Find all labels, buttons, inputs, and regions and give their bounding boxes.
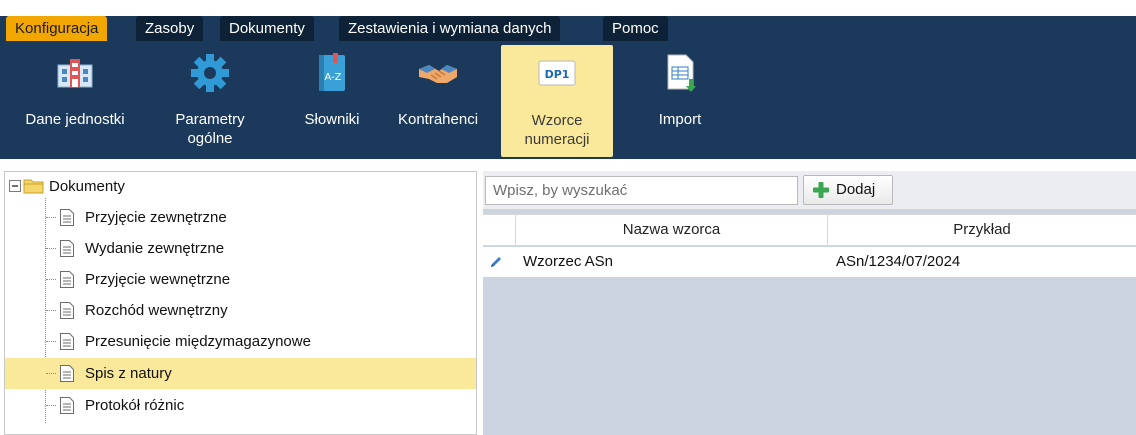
tree-item-label: Przyjęcie zewnętrzne	[85, 209, 227, 226]
document-icon	[60, 397, 74, 414]
cell-nazwa-wzorca: Wzorzec ASn	[523, 253, 614, 270]
collapse-icon[interactable]	[9, 180, 21, 192]
add-button[interactable]: Dodaj	[803, 175, 893, 205]
ribbon-label: Import	[658, 111, 702, 128]
import-icon	[667, 54, 696, 92]
gear-icon	[191, 54, 229, 92]
tree-item[interactable]: Przyjęcie wewnętrzne	[5, 264, 476, 295]
ribbon-label-line1: Parametry	[175, 111, 245, 128]
tree-item-label: Protokół różnic	[85, 397, 185, 414]
document-icon	[60, 209, 74, 226]
ribbon-kontrahenci-button[interactable]: Kontrahenci	[388, 45, 488, 157]
ribbon-label-line2: numeracji	[524, 131, 590, 148]
tree-item[interactable]: Przesunięcie międzymagazynowe	[5, 326, 476, 357]
ribbon-slowniki-button[interactable]: A-Z Słowniki	[292, 45, 372, 157]
ribbon-import-button[interactable]: Import	[650, 45, 710, 157]
ribbon: Dane jednostki Parametry ogólne A-Z Słow…	[0, 41, 1136, 159]
ribbon-label-line2: ogólne	[187, 130, 233, 147]
tree-item[interactable]: Rozchód wewnętrzny	[5, 295, 476, 326]
templates-panel: Dodaj Nazwa wzorca Przykład Wzorzec ASn …	[483, 171, 1136, 435]
grid-header-edit-column	[483, 215, 515, 245]
ribbon-wzorce-numeracji-button[interactable]: DP1 Wzorce numeracji	[501, 45, 613, 157]
tree-root-label: Dokumenty	[49, 178, 125, 195]
tree-item[interactable]: Wydanie zewnętrzne	[5, 233, 476, 264]
grid-toolbar: Dodaj	[483, 171, 1136, 209]
tree-item-selected[interactable]: Spis z natury	[5, 358, 476, 389]
tree-item-label: Wydanie zewnętrzne	[85, 240, 225, 257]
dictionary-icon: A-Z	[319, 53, 345, 91]
menu-tab-zasoby[interactable]: Zasoby	[136, 16, 204, 41]
ribbon-label: Kontrahenci	[397, 111, 479, 128]
tree-item[interactable]: Przyjęcie zewnętrzne	[5, 202, 476, 233]
menu-tab-zestawienia[interactable]: Zestawienia i wymiana danych	[339, 16, 561, 41]
ribbon-label: Słowniki	[304, 111, 360, 128]
document-icon	[60, 271, 74, 288]
document-icon	[60, 333, 74, 350]
tree-item-label: Rozchód wewnętrzny	[85, 302, 228, 319]
ribbon-dane-jednostki-button[interactable]: Dane jednostki	[0, 45, 150, 157]
handshake-icon	[419, 65, 457, 83]
tree-item-label: Przyjęcie wewnętrzne	[85, 271, 231, 288]
document-icon	[60, 365, 74, 382]
grid-header-nazwa-wzorca[interactable]: Nazwa wzorca	[515, 215, 827, 245]
ribbon-label: Wzorce numeracji	[501, 111, 613, 149]
menu-tab-konfiguracja[interactable]: Konfiguracja	[6, 16, 108, 41]
cell-przyklad: ASn/1234/07/2024	[836, 253, 961, 270]
document-tree: Dokumenty Przyjęcie zewnętrzne Wydanie z…	[4, 171, 477, 435]
ribbon-parametry-button[interactable]: Parametry ogólne	[160, 45, 260, 157]
svg-text:A-Z: A-Z	[324, 72, 341, 83]
menu-bar: Konfiguracja Zasoby Dokumenty Zestawieni…	[0, 0, 1136, 44]
numbering-template-icon: DP1	[538, 60, 576, 86]
tree-item[interactable]: Protokół różnic	[5, 390, 476, 421]
menu-tab-pomoc[interactable]: Pomoc	[603, 16, 668, 41]
add-button-label: Dodaj	[836, 181, 876, 198]
document-icon	[60, 302, 74, 319]
tree-item-label: Przesunięcie międzymagazynowe	[85, 333, 311, 350]
search-input[interactable]	[485, 176, 798, 205]
ribbon-label: Dane jednostki	[25, 111, 125, 128]
grid-header-przyklad[interactable]: Przykład	[827, 215, 1136, 245]
pencil-icon[interactable]	[489, 255, 503, 269]
building-icon	[57, 59, 93, 88]
grid-header: Nazwa wzorca Przykład	[483, 214, 1136, 246]
menu-tab-dokumenty[interactable]: Dokumenty	[220, 16, 314, 41]
ribbon-label: Parametry ogólne	[160, 110, 260, 148]
ribbon-label-line1: Wzorce	[531, 112, 583, 129]
plus-icon	[813, 182, 829, 198]
document-icon	[60, 240, 74, 257]
table-row[interactable]: Wzorzec ASn ASn/1234/07/2024	[483, 247, 1136, 277]
folder-icon	[23, 179, 44, 194]
numbering-template-icon-text: DP1	[545, 68, 570, 81]
tree-item-label: Spis z natury	[85, 365, 172, 382]
